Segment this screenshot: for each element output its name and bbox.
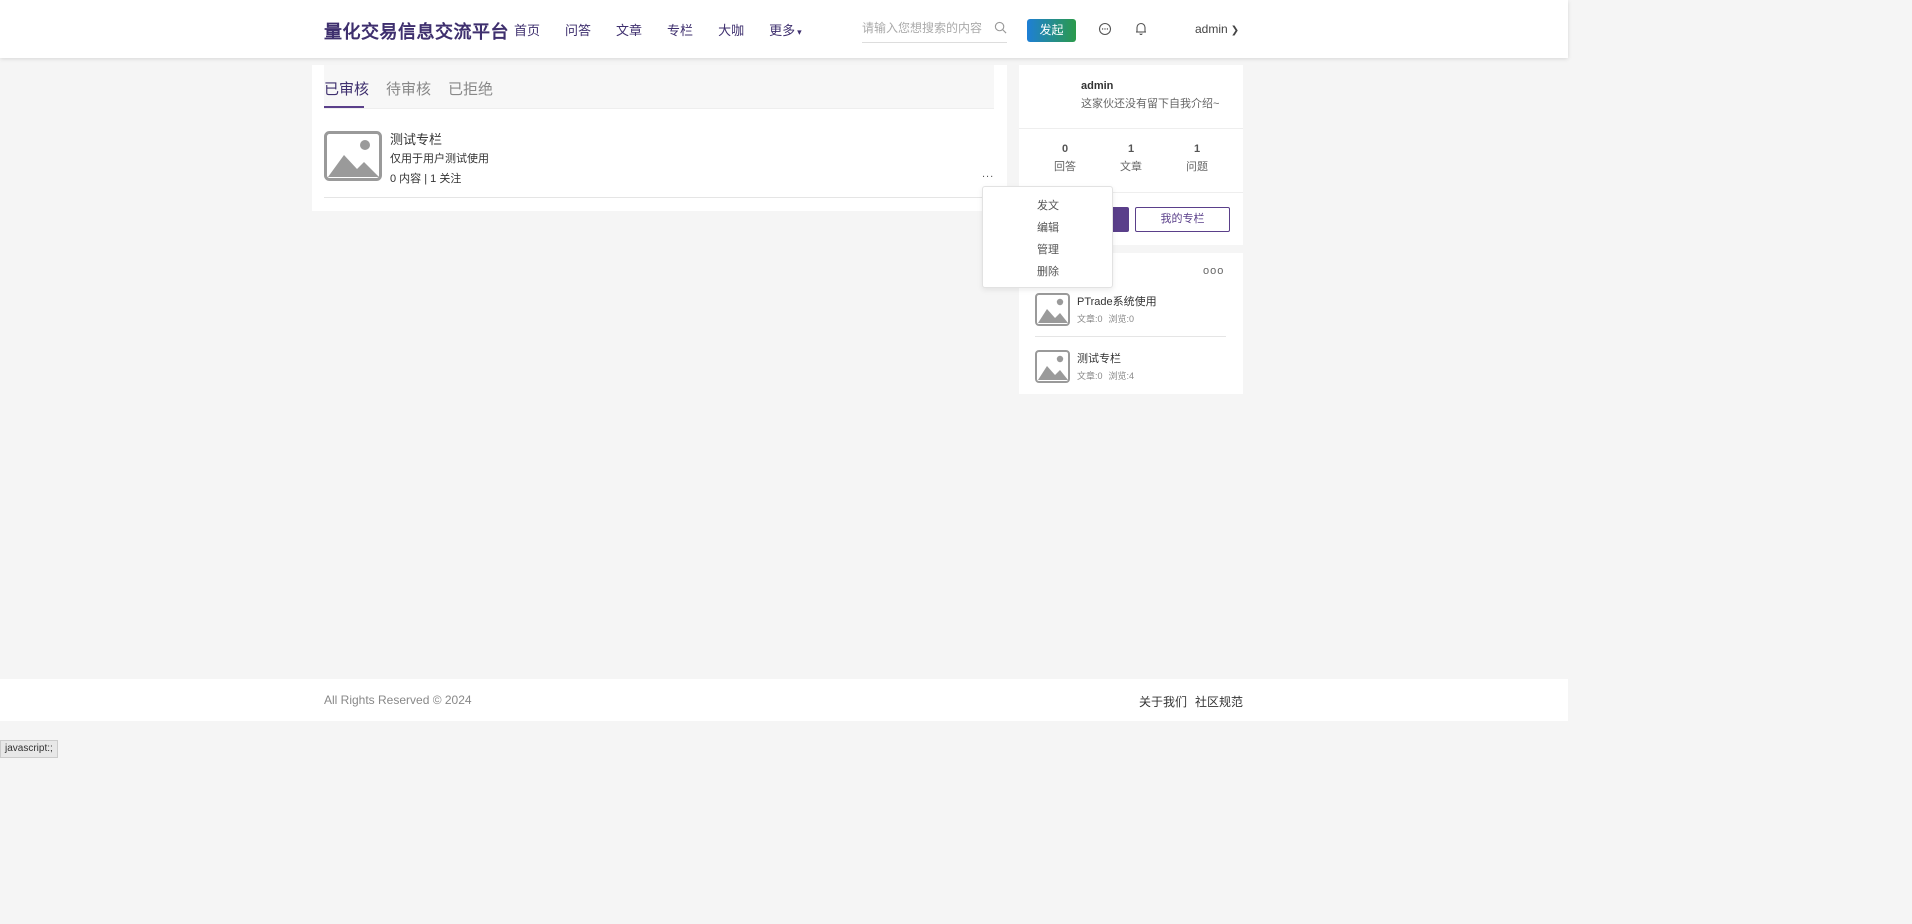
active-tab-indicator: [324, 106, 364, 108]
sidebar-column-meta: 文章:0 浏览:0: [1077, 312, 1140, 325]
caret-down-icon: ▾: [797, 27, 802, 37]
stat-answers-label: 回答: [1054, 161, 1076, 173]
more-icon[interactable]: ooo: [1203, 265, 1224, 277]
stat-articles-count: 1: [1127, 143, 1135, 155]
article-count: 文章:0: [1077, 314, 1103, 324]
menu-item-post[interactable]: 发文: [1037, 197, 1059, 213]
menu-item-delete[interactable]: 删除: [1037, 263, 1059, 279]
browser-status-bar: javascript:;: [0, 740, 58, 758]
footer-link-guidelines[interactable]: 社区规范: [1195, 695, 1243, 709]
image-placeholder-icon: [1035, 293, 1070, 326]
search-input[interactable]: [862, 16, 990, 40]
nav-experts[interactable]: 大咖: [718, 20, 744, 39]
profile-name[interactable]: admin: [1081, 80, 1113, 92]
search-box: [862, 16, 1007, 43]
menu-item-edit[interactable]: 编辑: [1037, 219, 1059, 235]
search-icon[interactable]: [994, 21, 1007, 34]
bell-icon[interactable]: [1134, 21, 1148, 36]
column-stats: 0 内容 | 1 关注: [390, 173, 462, 185]
nav-articles[interactable]: 文章: [616, 20, 642, 39]
divider: [1019, 128, 1243, 129]
divider: [1035, 336, 1226, 337]
column-list-item: 测试专栏 仅用于用户测试使用 0 内容 | 1 关注: [324, 126, 994, 198]
stat-articles-label: 文章: [1120, 161, 1142, 173]
chat-icon[interactable]: [1098, 22, 1112, 36]
my-columns-button[interactable]: 我的专栏: [1135, 207, 1230, 232]
menu-item-manage[interactable]: 管理: [1037, 241, 1059, 257]
stat-questions-count: 1: [1193, 143, 1201, 155]
footer-link-about[interactable]: 关于我们: [1139, 695, 1187, 709]
stat-articles[interactable]: 1 文章: [1101, 143, 1161, 174]
tab-rejected[interactable]: 已拒绝: [448, 78, 493, 99]
sidebar-column-meta: 文章:0 浏览:4: [1077, 369, 1140, 382]
column-description: 仅用于用户测试使用: [390, 153, 489, 165]
stat-questions-label: 问题: [1186, 161, 1208, 173]
nav-home[interactable]: 首页: [514, 20, 540, 39]
sidebar-column-item[interactable]: 测试专栏 文章:0 浏览:4: [1035, 350, 1226, 398]
tab-pending[interactable]: 待审核: [386, 78, 431, 99]
more-options-button[interactable]: ...: [982, 168, 994, 180]
main-nav: 首页 问答 文章 专栏 大咖 更多 ▾: [514, 20, 827, 39]
column-actions-dropdown: 发文 编辑 管理 删除: [982, 186, 1113, 288]
footer: All Rights Reserved © 2024 关于我们 社区规范: [0, 679, 1568, 721]
article-count: 文章:0: [1077, 371, 1103, 381]
username: admin: [1195, 22, 1228, 36]
review-tabs: 已审核 待审核 已拒绝: [324, 65, 994, 109]
nav-columns[interactable]: 专栏: [667, 20, 693, 39]
view-count: 浏览:4: [1108, 371, 1135, 381]
stat-questions[interactable]: 1 问题: [1167, 143, 1227, 174]
copyright: All Rights Reserved © 2024: [324, 693, 472, 707]
top-navbar: 量化交易信息交流平台 首页 问答 文章 专栏 大咖 更多▾ 发起 admin❯: [0, 0, 1568, 58]
sidebar-column-title[interactable]: 测试专栏: [1077, 350, 1121, 366]
view-count: 浏览:0: [1108, 314, 1135, 324]
nav-more[interactable]: 更多 ▾: [769, 20, 802, 39]
profile-bio: 这家伙还没有留下自我介绍~: [1081, 98, 1220, 110]
launch-button[interactable]: 发起: [1027, 19, 1076, 42]
image-placeholder-icon: [1035, 350, 1070, 383]
sidebar-column-item[interactable]: PTrade系统使用 文章:0 浏览:0: [1035, 293, 1226, 341]
stat-answers-count: 0: [1061, 143, 1069, 155]
tab-approved[interactable]: 已审核: [324, 78, 369, 99]
nav-qa[interactable]: 问答: [565, 20, 591, 39]
nav-more-label: 更多: [769, 23, 796, 38]
sidebar-column-title[interactable]: PTrade系统使用: [1077, 293, 1157, 309]
user-menu[interactable]: admin ❯: [1195, 22, 1239, 36]
image-placeholder-icon[interactable]: [324, 131, 382, 181]
column-title[interactable]: 测试专栏: [390, 129, 442, 148]
chevron-down-icon: ❯: [1230, 25, 1240, 36]
stat-answers[interactable]: 0 回答: [1035, 143, 1095, 174]
site-brand[interactable]: 量化交易信息交流平台: [324, 18, 509, 44]
footer-links: 关于我们 社区规范: [1139, 693, 1251, 710]
